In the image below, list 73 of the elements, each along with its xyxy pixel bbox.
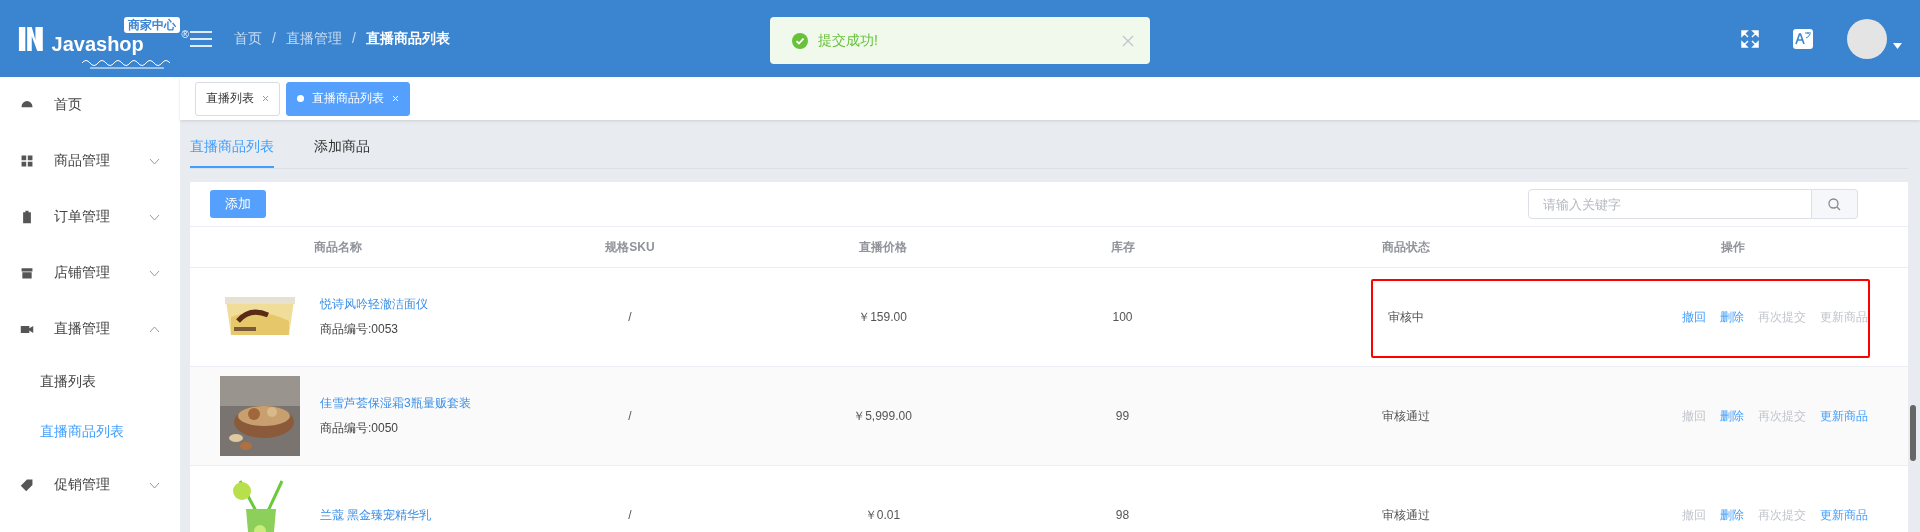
page-tab[interactable]: 直播商品列表	[286, 81, 410, 116]
sidebar-subitem[interactable]: 直播列表	[0, 357, 180, 407]
translate-icon[interactable]	[1793, 28, 1813, 49]
search-field[interactable]: 请输入关键字	[1528, 189, 1812, 219]
chevron-up-icon	[149, 325, 160, 333]
sidebar-subitem[interactable]: 直播商品列表	[0, 407, 180, 457]
chevron-down-icon	[149, 481, 160, 489]
table-cell-text: ￥0.01	[863, 506, 902, 524]
section-tab[interactable]: 直播商品列表	[190, 138, 274, 168]
toast-text: 提交成功!	[818, 31, 879, 50]
sidebar-item[interactable]: 店铺管理	[0, 245, 180, 301]
column-header: 商品名称	[312, 238, 363, 256]
user-avatar[interactable]	[1847, 18, 1887, 59]
sidebar-item[interactable]: 直播管理	[0, 301, 180, 357]
breadcrumb-separator: /	[351, 29, 356, 48]
section-tab[interactable]: 添加商品	[314, 138, 370, 168]
sidebar-item[interactable]: 首页	[0, 77, 180, 133]
product-code: 商品编号:0050	[320, 420, 400, 437]
breadcrumb-item[interactable]: 直播管理	[285, 29, 342, 48]
menu-icon[interactable]	[190, 29, 212, 48]
search-icon	[1828, 197, 1841, 211]
action-link[interactable]: 删除	[1720, 407, 1744, 425]
table-cell-text: 审核中	[1387, 308, 1425, 326]
table-cell-text: 审核通过	[1381, 506, 1431, 524]
caret-down-icon[interactable]	[1893, 42, 1902, 49]
logo-badge: 商家中心	[123, 16, 180, 33]
table-cell-text: ￥159.00	[857, 308, 908, 326]
action-link[interactable]: 删除	[1720, 308, 1744, 326]
logo-name: Javashop	[51, 32, 144, 56]
sidebar-item[interactable]: 促销管理	[0, 457, 180, 513]
action-link[interactable]: 更新商品	[1820, 407, 1868, 425]
table-cell-text: 98	[1114, 508, 1131, 522]
product-name-link[interactable]: 兰蔻 黑金臻宠精华乳	[320, 506, 432, 524]
column-header: 规格SKU	[604, 238, 656, 256]
chevron-down-icon	[149, 157, 160, 165]
action-link[interactable]: 撤回	[1682, 308, 1706, 326]
chevron-down-icon	[149, 213, 160, 221]
column-header: 操作	[1719, 238, 1746, 256]
product-name-link[interactable]: 佳雪芦荟保湿霜3瓶量贩套装	[320, 395, 471, 412]
registered-mark: ®	[181, 28, 189, 40]
scrollbar[interactable]	[1910, 405, 1916, 461]
clipboard-icon	[20, 210, 34, 224]
tag-icon	[20, 478, 34, 492]
table-cell-text: 100	[1111, 310, 1134, 324]
close-icon[interactable]	[1122, 34, 1134, 47]
table-cell-text: 审核通过	[1381, 407, 1431, 425]
table-cell-text: /	[627, 508, 633, 522]
table-cell-text: 99	[1114, 409, 1131, 423]
breadcrumb-item: 直播商品列表	[365, 29, 450, 48]
shop-icon	[20, 266, 34, 280]
search-button[interactable]	[1812, 189, 1858, 219]
chevron-down-icon	[149, 269, 160, 277]
action-link[interactable]: 删除	[1720, 506, 1744, 524]
product-code: 商品编号:0053	[320, 321, 400, 338]
fullscreen-icon[interactable]	[1741, 29, 1759, 48]
column-header: 直播价格	[857, 238, 908, 256]
breadcrumb-separator: /	[272, 29, 276, 48]
table-cell-text: /	[627, 310, 633, 324]
active-dot-icon	[297, 95, 304, 102]
table-cell-text: ￥5,999.00	[852, 407, 913, 425]
check-circle-icon	[792, 32, 808, 49]
product-name-link[interactable]: 悦诗风吟轻澈洁面仪	[320, 296, 428, 313]
grid-icon	[20, 154, 34, 168]
table-cell-text: /	[627, 409, 633, 423]
page-tab[interactable]: 直播列表	[195, 81, 280, 116]
close-icon[interactable]	[262, 95, 269, 102]
action-link[interactable]: 更新商品	[1820, 506, 1868, 524]
breadcrumb-item[interactable]: 首页	[234, 29, 262, 48]
sidebar-item[interactable]: 订单管理	[0, 189, 180, 245]
column-header: 库存	[1109, 238, 1136, 256]
sidebar-item[interactable]: 商品管理	[0, 133, 180, 189]
column-header: 商品状态	[1381, 238, 1431, 256]
add-button[interactable]: 添加	[210, 190, 266, 218]
